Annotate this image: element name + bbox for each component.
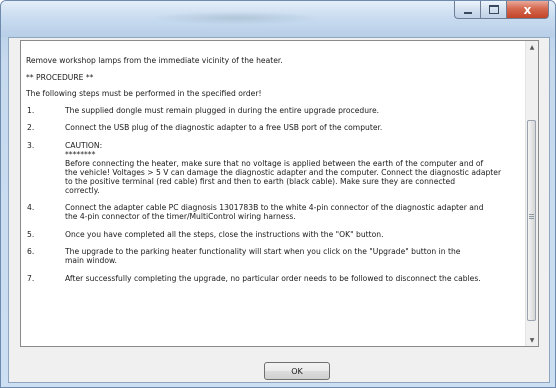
- step-text-line: Connect the adapter cable PC diagnosis 1…: [65, 203, 484, 212]
- procedure-heading: ** PROCEDURE **: [26, 72, 94, 82]
- step-text-line: The supplied dongle must remain plugged …: [65, 105, 380, 115]
- steps-list: 1. The supplied dongle must remain plugge…: [26, 106, 520, 283]
- step-text-line: CAUTION:: [65, 140, 103, 150]
- step-text-line: Once you have completed all the steps, c…: [65, 229, 384, 239]
- step-item: 2. Connect the USB plug of the diagnostic…: [26, 123, 520, 132]
- step-item: 5. Once you have completed all the steps,…: [26, 230, 520, 239]
- instructions-content: Remove workshop lamps from the immediate…: [26, 56, 520, 291]
- step-item: 6. The upgrade to the parking heater func…: [26, 247, 520, 265]
- step-item: 7. After successfully completing the upgr…: [26, 274, 520, 283]
- step-text: CAUTION: ******** Before connecting the he…: [65, 141, 520, 195]
- step-text: After successfully completing the upgrad…: [65, 274, 520, 283]
- scroll-up-arrow[interactable]: ▲: [526, 41, 538, 53]
- step-text-line: the 4-pin connector of the timer/MultiCo…: [65, 212, 296, 221]
- step-text-line: the vehicle! Voltages > 5 V can damage t…: [65, 167, 502, 177]
- step-text: Once you have completed all the steps, c…: [65, 230, 520, 239]
- step-text-line: main window.: [65, 256, 117, 265]
- step-text-line: After successfully completing the upgrad…: [65, 273, 481, 283]
- instructions-window: x Remove workshop lamps from the immedia…: [0, 0, 556, 388]
- step-text-line: ********: [65, 149, 96, 159]
- close-icon: x: [523, 2, 532, 17]
- step-text: Connect the adapter cable PC diagnosis 1…: [65, 203, 520, 221]
- step-number: 5.: [27, 229, 35, 239]
- step-text-line: to the positive terminal (red cable) fir…: [65, 176, 456, 186]
- minimize-icon: [463, 11, 472, 14]
- thumb-grip-icon: [529, 214, 534, 220]
- step-text-line: correctly.: [65, 185, 100, 195]
- order-note: The following steps must be performed in…: [26, 89, 262, 98]
- step-number: 4.: [27, 203, 35, 212]
- step-number: 6.: [27, 247, 35, 256]
- intro-text: Remove workshop lamps from the immediate…: [26, 56, 283, 65]
- step-number: 1.: [27, 105, 35, 115]
- step-text-line: Before connecting the heater, make sure …: [65, 158, 484, 168]
- dialog-client-area: Remove workshop lamps from the immediate…: [8, 37, 550, 383]
- instructions-textbox[interactable]: Remove workshop lamps from the immediate…: [20, 40, 539, 347]
- step-text: Connect the USB plug of the diagnostic a…: [65, 123, 520, 132]
- caption-buttons: x: [454, 1, 549, 20]
- maximize-icon: [488, 5, 499, 14]
- vertical-scrollbar[interactable]: ▲ ▼: [525, 41, 538, 346]
- step-text-line: The upgrade to the parking heater functi…: [65, 247, 461, 256]
- ok-button[interactable]: OK: [264, 362, 330, 380]
- step-item: 4. Connect the adapter cable PC diagnosis…: [26, 203, 520, 221]
- step-text-line: Connect the USB plug of the diagnostic a…: [65, 123, 383, 132]
- step-text: The supplied dongle must remain plugged …: [65, 106, 520, 115]
- scroll-down-arrow[interactable]: ▼: [526, 334, 538, 346]
- step-item: 3. CAUTION: ******** Before connecting the …: [26, 141, 520, 195]
- step-number: 2.: [27, 123, 35, 132]
- step-item: 1. The supplied dongle must remain plugge…: [26, 106, 520, 115]
- title-bar-blur: [151, 11, 321, 25]
- close-button[interactable]: x: [506, 1, 549, 19]
- maximize-button[interactable]: [480, 1, 506, 19]
- title-bar[interactable]: x: [1, 1, 555, 37]
- step-number: 3.: [27, 140, 35, 150]
- scroll-thumb[interactable]: [527, 120, 536, 321]
- minimize-button[interactable]: [454, 1, 480, 19]
- step-text: The upgrade to the parking heater functi…: [65, 247, 520, 265]
- step-number: 7.: [27, 273, 35, 283]
